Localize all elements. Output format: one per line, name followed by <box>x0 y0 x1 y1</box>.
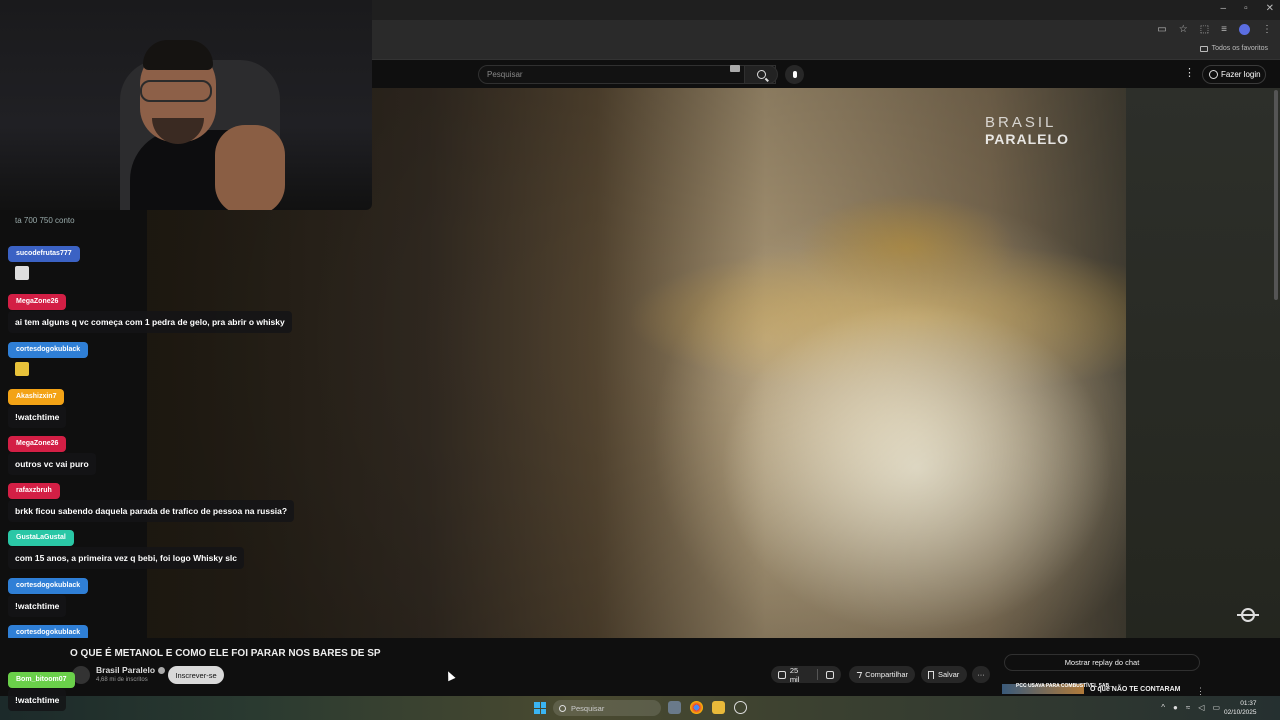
task-view-icon[interactable] <box>668 701 681 714</box>
close-icon[interactable]: ✕ <box>1266 3 1274 14</box>
install-app-icon[interactable]: ▭ <box>1157 24 1166 35</box>
media-icon[interactable]: ≡ <box>1221 24 1227 35</box>
windows-taskbar: Pesquisar ^ ● ≈ ◁ ▭ 01:37 02/10/2025 <box>0 696 1280 720</box>
chat-message: MegaZone26 outros vc vai puro <box>8 432 96 475</box>
more-icon: ··· <box>977 670 985 679</box>
like-icon[interactable] <box>778 670 786 679</box>
channel-avatar[interactable] <box>72 666 90 684</box>
mic-tray-icon[interactable]: ● <box>1173 703 1178 712</box>
chat-username: cortesdogokublack <box>8 342 89 358</box>
more-actions-button[interactable]: ··· <box>972 666 990 683</box>
app-icon[interactable] <box>734 701 747 714</box>
search-icon <box>559 704 566 712</box>
system-tray: ^ ● ≈ ◁ ▭ <box>1161 703 1220 712</box>
chat-username: Akashizxin7 <box>8 389 65 405</box>
chat-message: cortesdogokublack <box>8 338 89 385</box>
search-icon <box>756 70 766 79</box>
emote-icon <box>15 266 29 280</box>
player-settings-icon[interactable] <box>1237 608 1259 622</box>
menu-icon[interactable]: ⋮ <box>1262 24 1272 35</box>
subscriber-count: 4,68 mi de inscritos <box>96 677 148 683</box>
share-icon <box>854 671 863 678</box>
webcam-overlay <box>0 0 372 210</box>
start-button[interactable] <box>534 702 546 714</box>
chat-username: rafaxzbruh <box>8 483 60 499</box>
chat-message: Akashizxin7 !watchtime <box>8 385 67 428</box>
channel-name[interactable]: Brasil Paralelo <box>96 665 166 675</box>
all-bookmarks-button[interactable]: Todos os favoritos <box>1199 45 1268 52</box>
right-sidebar-panel <box>1126 88 1280 638</box>
login-button[interactable]: Fazer login <box>1202 65 1266 84</box>
chat-text: ai tem alguns q vc começa com 1 pedra de… <box>8 311 292 333</box>
chevron-up-icon[interactable]: ^ <box>1161 703 1165 712</box>
like-dislike-group: 25 mil <box>771 666 841 684</box>
chat-text: brkk ficou sabendo daquela parada de tra… <box>8 500 295 522</box>
subscribe-button[interactable]: Inscrever-se <box>168 666 224 684</box>
user-icon <box>1209 70 1218 79</box>
recommended-title[interactable]: O que NÃO TE CONTARAM <box>1090 686 1180 693</box>
maximize-icon[interactable]: ▫ <box>1244 3 1248 14</box>
chat-username: sucodefrutas777 <box>8 246 80 262</box>
share-button[interactable]: Compartilhar <box>849 666 915 683</box>
wifi-icon[interactable]: ≈ <box>1186 703 1190 712</box>
settings-menu-icon[interactable]: ⋮ <box>1184 68 1195 79</box>
profile-avatar[interactable] <box>1239 24 1250 35</box>
chat-text: com 15 anos, a primeira vez q bebi, foi … <box>8 547 245 569</box>
voice-search-button[interactable] <box>785 65 804 84</box>
chat-text: !watchtime <box>8 595 67 617</box>
show-chat-replay-button[interactable]: Mostrar replay do chat <box>1004 654 1200 671</box>
like-count[interactable]: 25 mil <box>790 666 809 684</box>
file-explorer-icon[interactable] <box>712 701 725 714</box>
video-title: O QUE É METANOL E COMO ELE FOI PARAR NOS… <box>70 648 381 659</box>
chat-message: cortesdogokublack !watchtime <box>8 574 89 617</box>
page-scrollbar[interactable] <box>1274 90 1278 300</box>
bookmark-icon <box>928 670 934 679</box>
keyboard-icon[interactable] <box>730 65 740 72</box>
verified-icon <box>158 667 166 675</box>
window-controls: – ▫ ✕ <box>1221 3 1275 14</box>
chat-username: GustaLaGustal <box>8 530 74 546</box>
chrome-icon[interactable] <box>690 701 703 714</box>
chat-message-fragment: ta 700 750 conto <box>15 216 75 225</box>
chat-text: outros vc vai puro <box>8 453 96 475</box>
taskbar-search[interactable]: Pesquisar <box>553 700 661 716</box>
minimize-icon[interactable]: – <box>1221 3 1227 14</box>
folder-icon <box>1199 45 1208 52</box>
channel-watermark: BRASIL PARALELO <box>985 114 1069 147</box>
chat-username: Bom_bitoom07 <box>8 672 75 688</box>
search-button[interactable] <box>744 65 778 84</box>
battery-icon[interactable]: ▭ <box>1212 703 1220 712</box>
taskbar-clock[interactable]: 01:37 02/10/2025 <box>1224 699 1257 717</box>
chat-username: MegaZone26 <box>8 294 67 310</box>
emote-icon <box>15 362 29 376</box>
microphone-icon <box>792 71 797 78</box>
extensions-icon[interactable]: ⬚ <box>1200 24 1209 35</box>
chat-text: !watchtime <box>8 406 67 428</box>
save-button[interactable]: Salvar <box>921 666 967 683</box>
chat-message: Bom_bitoom07 !watchtime <box>8 668 75 711</box>
chat-message: sucodefrutas777 <box>8 242 80 289</box>
chat-text: !watchtime <box>8 689 67 711</box>
dislike-icon[interactable] <box>826 670 834 679</box>
star-icon[interactable]: ☆ <box>1179 24 1188 35</box>
chat-message: rafaxzbruh brkk ficou sabendo daquela pa… <box>8 479 295 522</box>
chat-message: MegaZone26 ai tem alguns q vc começa com… <box>8 290 292 333</box>
chat-username: cortesdogokublack <box>8 578 89 594</box>
volume-icon[interactable]: ◁ <box>1198 703 1204 712</box>
chat-username: MegaZone26 <box>8 436 67 452</box>
chat-message: GustaLaGustal com 15 anos, a primeira ve… <box>8 526 245 569</box>
